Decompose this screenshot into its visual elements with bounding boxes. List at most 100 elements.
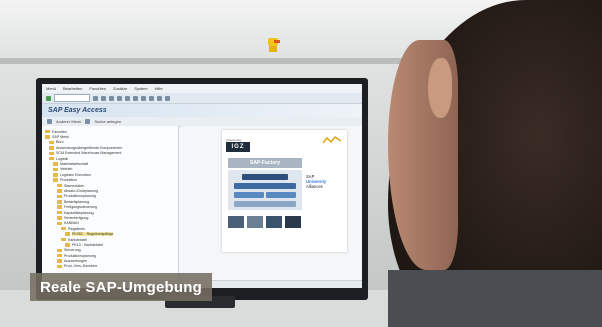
tree-item-label: PK13 - Kanbantafel [72,242,104,247]
menu-icon[interactable] [47,119,52,124]
ua-line: Alliances [306,184,323,189]
folder-icon [57,183,62,188]
folder-icon [57,189,62,193]
tree-item-label: Stammdaten [64,183,85,188]
diagram-block [266,192,296,198]
tree-item-label: Kanbantafel [68,237,88,242]
folder-icon [53,173,58,177]
photo-thumbnails [228,216,301,228]
tree-item-label: Bedarfsplanung [64,199,90,204]
help-icon[interactable] [165,95,170,101]
tree-item-label: Materialwirtschaft [60,162,88,167]
menu-item[interactable]: Favoriten [89,86,106,91]
person [388,0,602,327]
folder-icon [49,156,54,161]
exit-icon[interactable] [109,95,114,101]
prev-page-icon[interactable] [149,95,154,101]
back-icon[interactable] [101,95,106,101]
tree-item-label: Büro [56,140,64,145]
folder-icon [65,243,70,247]
folder-icon [53,162,58,166]
menu-item[interactable]: Hilfe [155,86,163,91]
tree-item-label: SAP Menü [52,135,70,140]
tree-item-label: KANBAN [64,221,79,226]
folder-icon [49,151,54,155]
tree-item-label: Prod.-Vers.-Bereiche [64,264,98,269]
page-title: SAP Easy Access [42,104,362,117]
thumbnail [228,216,244,228]
sap-menu-tree: Favoriten SAP Menü Büro Anwendungsübergreif… [42,126,179,288]
folder-icon [57,210,62,215]
tree-item-label: Produktionsplanung [64,253,96,258]
diagram-block [234,192,264,198]
monitor: Menü Bearbeiten Favoriten Zusätze System… [36,78,368,300]
thumbnail [247,216,263,228]
tree-item-label: Vertrieb [60,167,73,172]
folder-icon [53,178,58,182]
other-menu-button[interactable]: Anderer Menü [56,119,81,124]
tree-item-label: Kapazitätsplanung [64,210,94,215]
thumbnail [266,216,282,228]
folder-icon [57,259,62,263]
tree-item[interactable]: Prod.-Vers.-Bereiche [42,264,178,269]
tree-item-label: Logistics Execution [60,172,91,177]
sweater [388,270,602,327]
folder-icon [65,232,70,236]
thumbnail [285,216,301,228]
tree-item-label: SCM Extended Warehouse Management [56,151,122,156]
tree-item-label: Produktionsplanung [64,194,96,199]
sap-factory-graphic: powered by IGZ SAP-Factory SAP Universit… [222,130,347,252]
tree-item-label: Serienfertigung [64,215,89,220]
folder-icon [57,194,62,199]
enter-icon[interactable] [46,95,51,101]
next-page-icon[interactable] [157,95,162,101]
sap-screen: Menü Bearbeiten Favoriten Zusätze System… [42,84,362,288]
folder-icon [49,140,54,145]
save-icon[interactable] [93,95,98,101]
tree-item-label: Logistik [56,156,69,161]
sap-menubar: Menü Bearbeiten Favoriten Zusätze System… [42,84,362,93]
folder-icon [61,226,66,231]
first-page-icon[interactable] [141,95,146,101]
university-alliances-logo: SAP University Alliances [306,174,326,189]
menu-item[interactable]: Zusätze [113,86,127,91]
command-field[interactable] [54,94,90,102]
igz-logo: IGZ [226,142,250,152]
tree-item-label: Absatz-/Grobplanung [64,188,98,193]
tree-item-label: Anwendungsübergreifende Komponenten [56,145,123,150]
tree-item-label: PK05C - Regelkreispflege [72,232,114,237]
tree-item-label: Fertigungssteuerung [64,205,97,210]
folder-icon [53,167,58,172]
folder-icon [57,205,62,209]
folder-icon [49,146,54,150]
photo-caption: Reale SAP-Umgebung [30,273,212,301]
create-search-button[interactable]: Suche anlegen [94,119,121,124]
find-icon[interactable] [133,95,138,101]
image-pane: powered by IGZ SAP-Factory SAP Universit… [182,126,362,288]
folder-icon [45,129,50,134]
menu-item[interactable]: Bearbeiten [63,86,82,91]
factory-banner: SAP-Factory [228,158,302,168]
tree-item-label: Auswertungen [64,259,87,264]
folder-icon [57,216,62,220]
folder-icon [61,237,66,242]
menu-item[interactable]: Menü [46,86,56,91]
folder-icon [57,221,62,226]
folder-icon [45,135,50,139]
folder-icon [57,264,62,269]
add-favorite-icon[interactable] [85,119,91,124]
photo: Menü Bearbeiten Favoriten Zusätze System… [0,0,602,327]
tree-item-label: Produktion [60,178,78,183]
wave-logo-icon [323,136,341,144]
architecture-diagram [228,170,302,210]
print-icon[interactable] [125,95,130,101]
tree-item-label: Steuerung [64,248,81,253]
folder-icon [57,253,62,258]
tree-item-label: Regelkreis [68,226,85,231]
toy-figure-icon [268,38,280,52]
diagram-block [234,201,296,207]
diagram-block [242,174,288,180]
menu-item[interactable]: System [134,86,147,91]
cancel-icon[interactable] [117,95,122,101]
sap-toolbar [42,93,362,104]
